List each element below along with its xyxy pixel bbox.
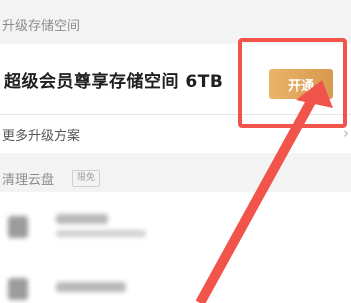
free-tag: 限免 (72, 170, 101, 187)
blurred-row-1-sub (56, 230, 146, 237)
row-divider (0, 114, 351, 115)
chevron-right-icon: › (343, 124, 349, 142)
clean-section-title: 清理云盘 (2, 173, 55, 188)
blurred-row-2-text (56, 282, 126, 292)
upgrade-section-title: 升级存储空间 (2, 18, 81, 34)
file-icon (8, 216, 28, 238)
open-button[interactable]: 开通 (269, 69, 333, 99)
blurred-row-1-text (56, 214, 108, 224)
upgrade-section-header: 升级存储空间 (0, 4, 351, 44)
clean-card (0, 192, 351, 303)
file-icon (8, 278, 28, 300)
plan-title: 超级会员尊享存储空间 6TB (4, 72, 224, 92)
more-plans-label: 更多升级方案 (2, 129, 81, 144)
